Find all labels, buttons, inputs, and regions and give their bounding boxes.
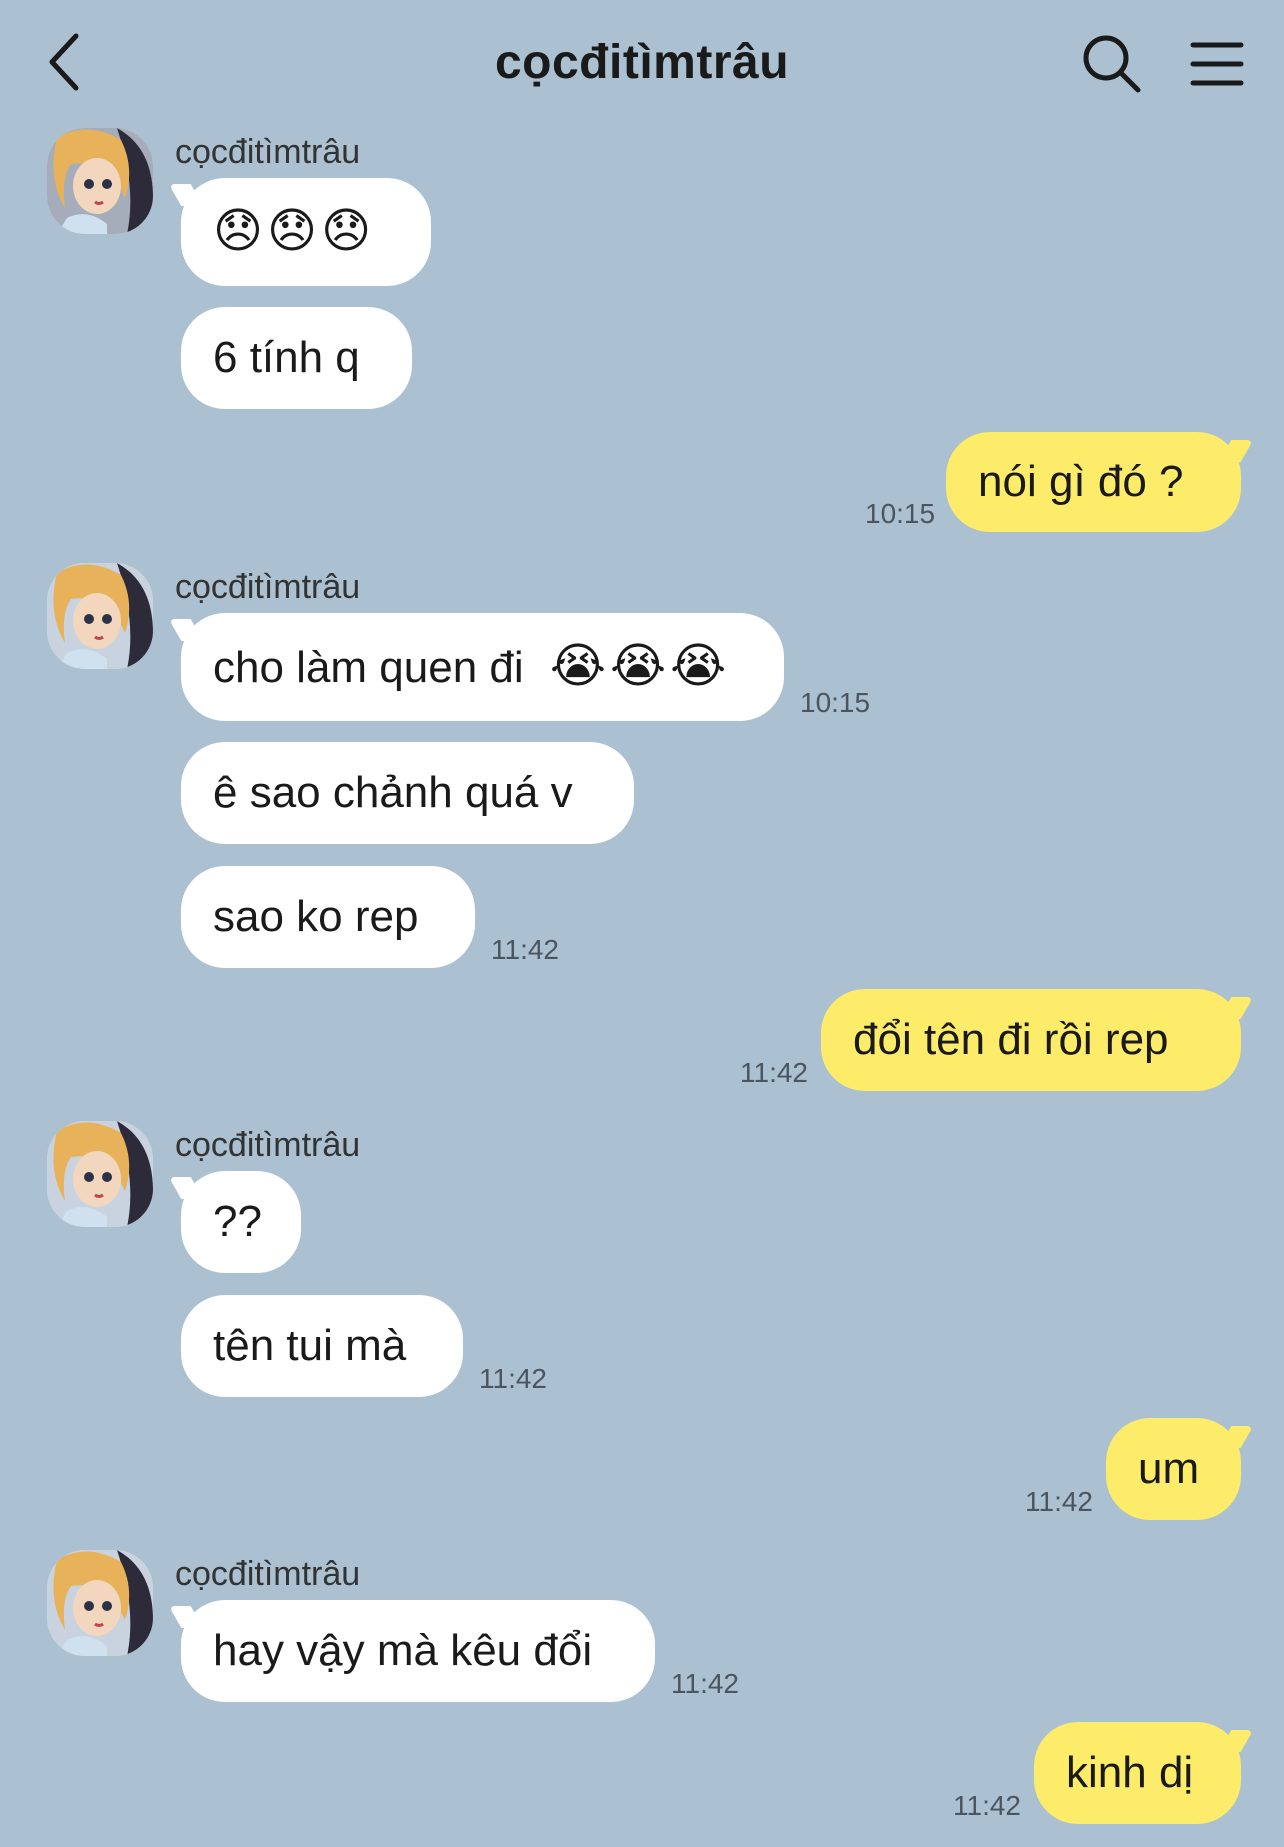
message-text: tên tui mà xyxy=(213,1321,407,1370)
message-bubble[interactable]: 😞😞😞 xyxy=(181,178,431,286)
my-message-bubble[interactable]: đổi tên đi rồi rep xyxy=(821,989,1241,1091)
message-bubble[interactable]: 6 tính q xyxy=(181,307,412,409)
message-time: 11:42 xyxy=(671,1668,739,1699)
message-time: 10:15 xyxy=(865,498,936,529)
search-icon[interactable] xyxy=(1080,32,1142,94)
sender-name: cọcđitìmtrâu xyxy=(175,133,361,171)
avatar[interactable] xyxy=(47,128,153,234)
message-text: kinh dị xyxy=(1066,1748,1194,1797)
message-time: 11:42 xyxy=(1025,1486,1093,1517)
avatar[interactable] xyxy=(47,563,153,669)
sender-name: cọcđitìmtrâu xyxy=(175,1126,361,1164)
message-text: ê sao chảnh quá v xyxy=(213,768,573,817)
message-text: đổi tên đi rồi rep xyxy=(853,1015,1169,1064)
disappointed-face-emoji: 😞😞😞 xyxy=(213,205,376,258)
message-text: um xyxy=(1138,1444,1200,1493)
avatar[interactable] xyxy=(47,1121,153,1227)
message-bubble[interactable]: cho làm quen đi 😭😭😭 xyxy=(181,613,784,721)
my-message-bubble[interactable]: kinh dị xyxy=(1034,1722,1241,1824)
chat-header: cọcđitìmtrâu xyxy=(0,0,1284,125)
my-message-bubble[interactable]: um xyxy=(1106,1418,1241,1520)
message-time: 11:42 xyxy=(740,1057,808,1088)
sender-name: cọcđitìmtrâu xyxy=(175,1555,361,1593)
message-text: nói gì đó ? xyxy=(978,457,1184,506)
my-message-bubble[interactable]: nói gì đó ? xyxy=(946,432,1241,532)
message-bubble[interactable]: ê sao chảnh quá v xyxy=(181,742,634,844)
message-text: 6 tính q xyxy=(213,333,360,382)
loudly-crying-face-emoji: 😭😭😭 xyxy=(549,640,731,693)
message-time: 11:42 xyxy=(953,1790,1021,1821)
message-time: 10:15 xyxy=(800,687,871,718)
message-text: sao ko rep xyxy=(213,892,419,941)
message-text: cho làm quen đi xyxy=(213,643,524,692)
message-bubble[interactable]: sao ko rep xyxy=(181,866,475,968)
hamburger-menu-icon[interactable] xyxy=(1190,40,1244,88)
message-text: hay vậy mà kêu đổi xyxy=(213,1626,593,1675)
avatar[interactable] xyxy=(47,1550,153,1656)
message-time: 11:42 xyxy=(491,934,559,965)
message-text: ?? xyxy=(213,1197,262,1246)
message-bubble[interactable]: tên tui mà xyxy=(181,1295,463,1397)
message-time: 11:42 xyxy=(479,1363,547,1394)
message-bubble[interactable]: hay vậy mà kêu đổi xyxy=(181,1600,655,1702)
sender-name: cọcđitìmtrâu xyxy=(175,568,361,606)
message-bubble[interactable]: ?? xyxy=(181,1171,301,1273)
